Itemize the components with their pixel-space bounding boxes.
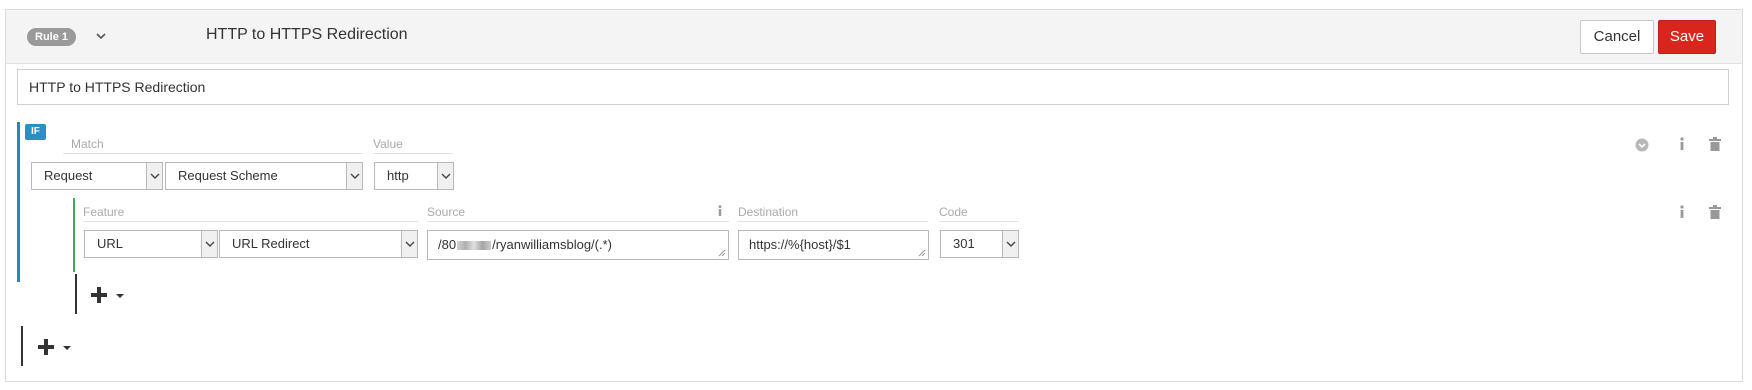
info-icon[interactable] [1678,205,1686,219]
feature-label: Feature [83,205,125,219]
info-icon[interactable] [1678,137,1686,151]
code-label: Code [939,205,968,219]
redacted-segment [457,241,492,251]
save-button[interactable]: Save [1658,20,1716,54]
add-feature-button[interactable] [91,286,127,306]
rule-title: HTTP to HTTPS Redirection [206,26,408,43]
code-select[interactable]: 301 [940,230,1019,258]
resize-grip-icon[interactable] [718,249,726,257]
resize-grip-icon[interactable] [918,249,926,257]
feature-label-underline [83,221,418,222]
match-field-value: Request Scheme [178,168,278,183]
plus-icon [38,339,71,355]
match-value: http [387,168,409,183]
match-type-value: Request [44,168,93,183]
source-info-icon[interactable] [717,205,723,217]
chevron-down-icon[interactable] [95,30,107,42]
trash-icon[interactable] [1709,205,1721,219]
feature-type-value: URL [97,236,124,251]
source-label: Source [427,205,466,219]
chevron-down-icon [437,163,453,189]
trash-icon[interactable] [1709,137,1721,151]
rule-header: Rule 1 HTTP to HTTPS Redirection Cancel … [6,10,1742,64]
rule-badge: Rule 1 [27,28,77,46]
feature-action-select[interactable]: URL Redirect [219,230,418,258]
chevron-down-icon [1002,231,1018,257]
destination-label-underline [738,221,928,222]
match-label-underline [63,153,363,154]
feature-type-select[interactable]: URL [84,230,218,258]
code-label-underline [939,221,1019,222]
match-field-select[interactable]: Request Scheme [165,162,363,190]
source-textarea[interactable]: /80/ryanwilliamsblog/(.*) [427,230,729,260]
add-condition-button[interactable] [38,338,74,358]
source-suffix: /ryanwilliamsblog/(.*) [492,237,612,252]
destination-value: https://%{host}/$1 [749,237,851,252]
chevron-down-icon [201,231,217,257]
plus-icon [91,287,124,303]
match-type-select[interactable]: Request [31,162,163,190]
add-feature-bar [75,274,77,314]
rule-name-input[interactable]: HTTP to HTTPS Redirection [17,69,1729,105]
value-label-underline [373,153,453,154]
code-value: 301 [953,236,975,251]
value-label: Value [373,137,403,151]
add-condition-bar [21,326,23,366]
cancel-button[interactable]: Cancel [1580,20,1654,54]
source-label-underline [427,221,729,222]
source-prefix: /80 [438,237,457,252]
chevron-circle-icon[interactable] [1635,138,1649,152]
chevron-down-icon [346,163,362,189]
destination-label: Destination [738,205,799,219]
chevron-down-icon [146,163,162,189]
condition-accent-bar [17,122,20,282]
feature-accent-bar [73,198,75,272]
rule-panel: Rule 1 HTTP to HTTPS Redirection Cancel … [5,9,1743,382]
feature-action-value: URL Redirect [232,236,310,251]
match-value-select[interactable]: http [374,162,454,190]
if-badge: IF [25,124,46,140]
match-label: Match [71,137,104,151]
chevron-down-icon [401,231,417,257]
destination-textarea[interactable]: https://%{host}/$1 [738,230,929,260]
